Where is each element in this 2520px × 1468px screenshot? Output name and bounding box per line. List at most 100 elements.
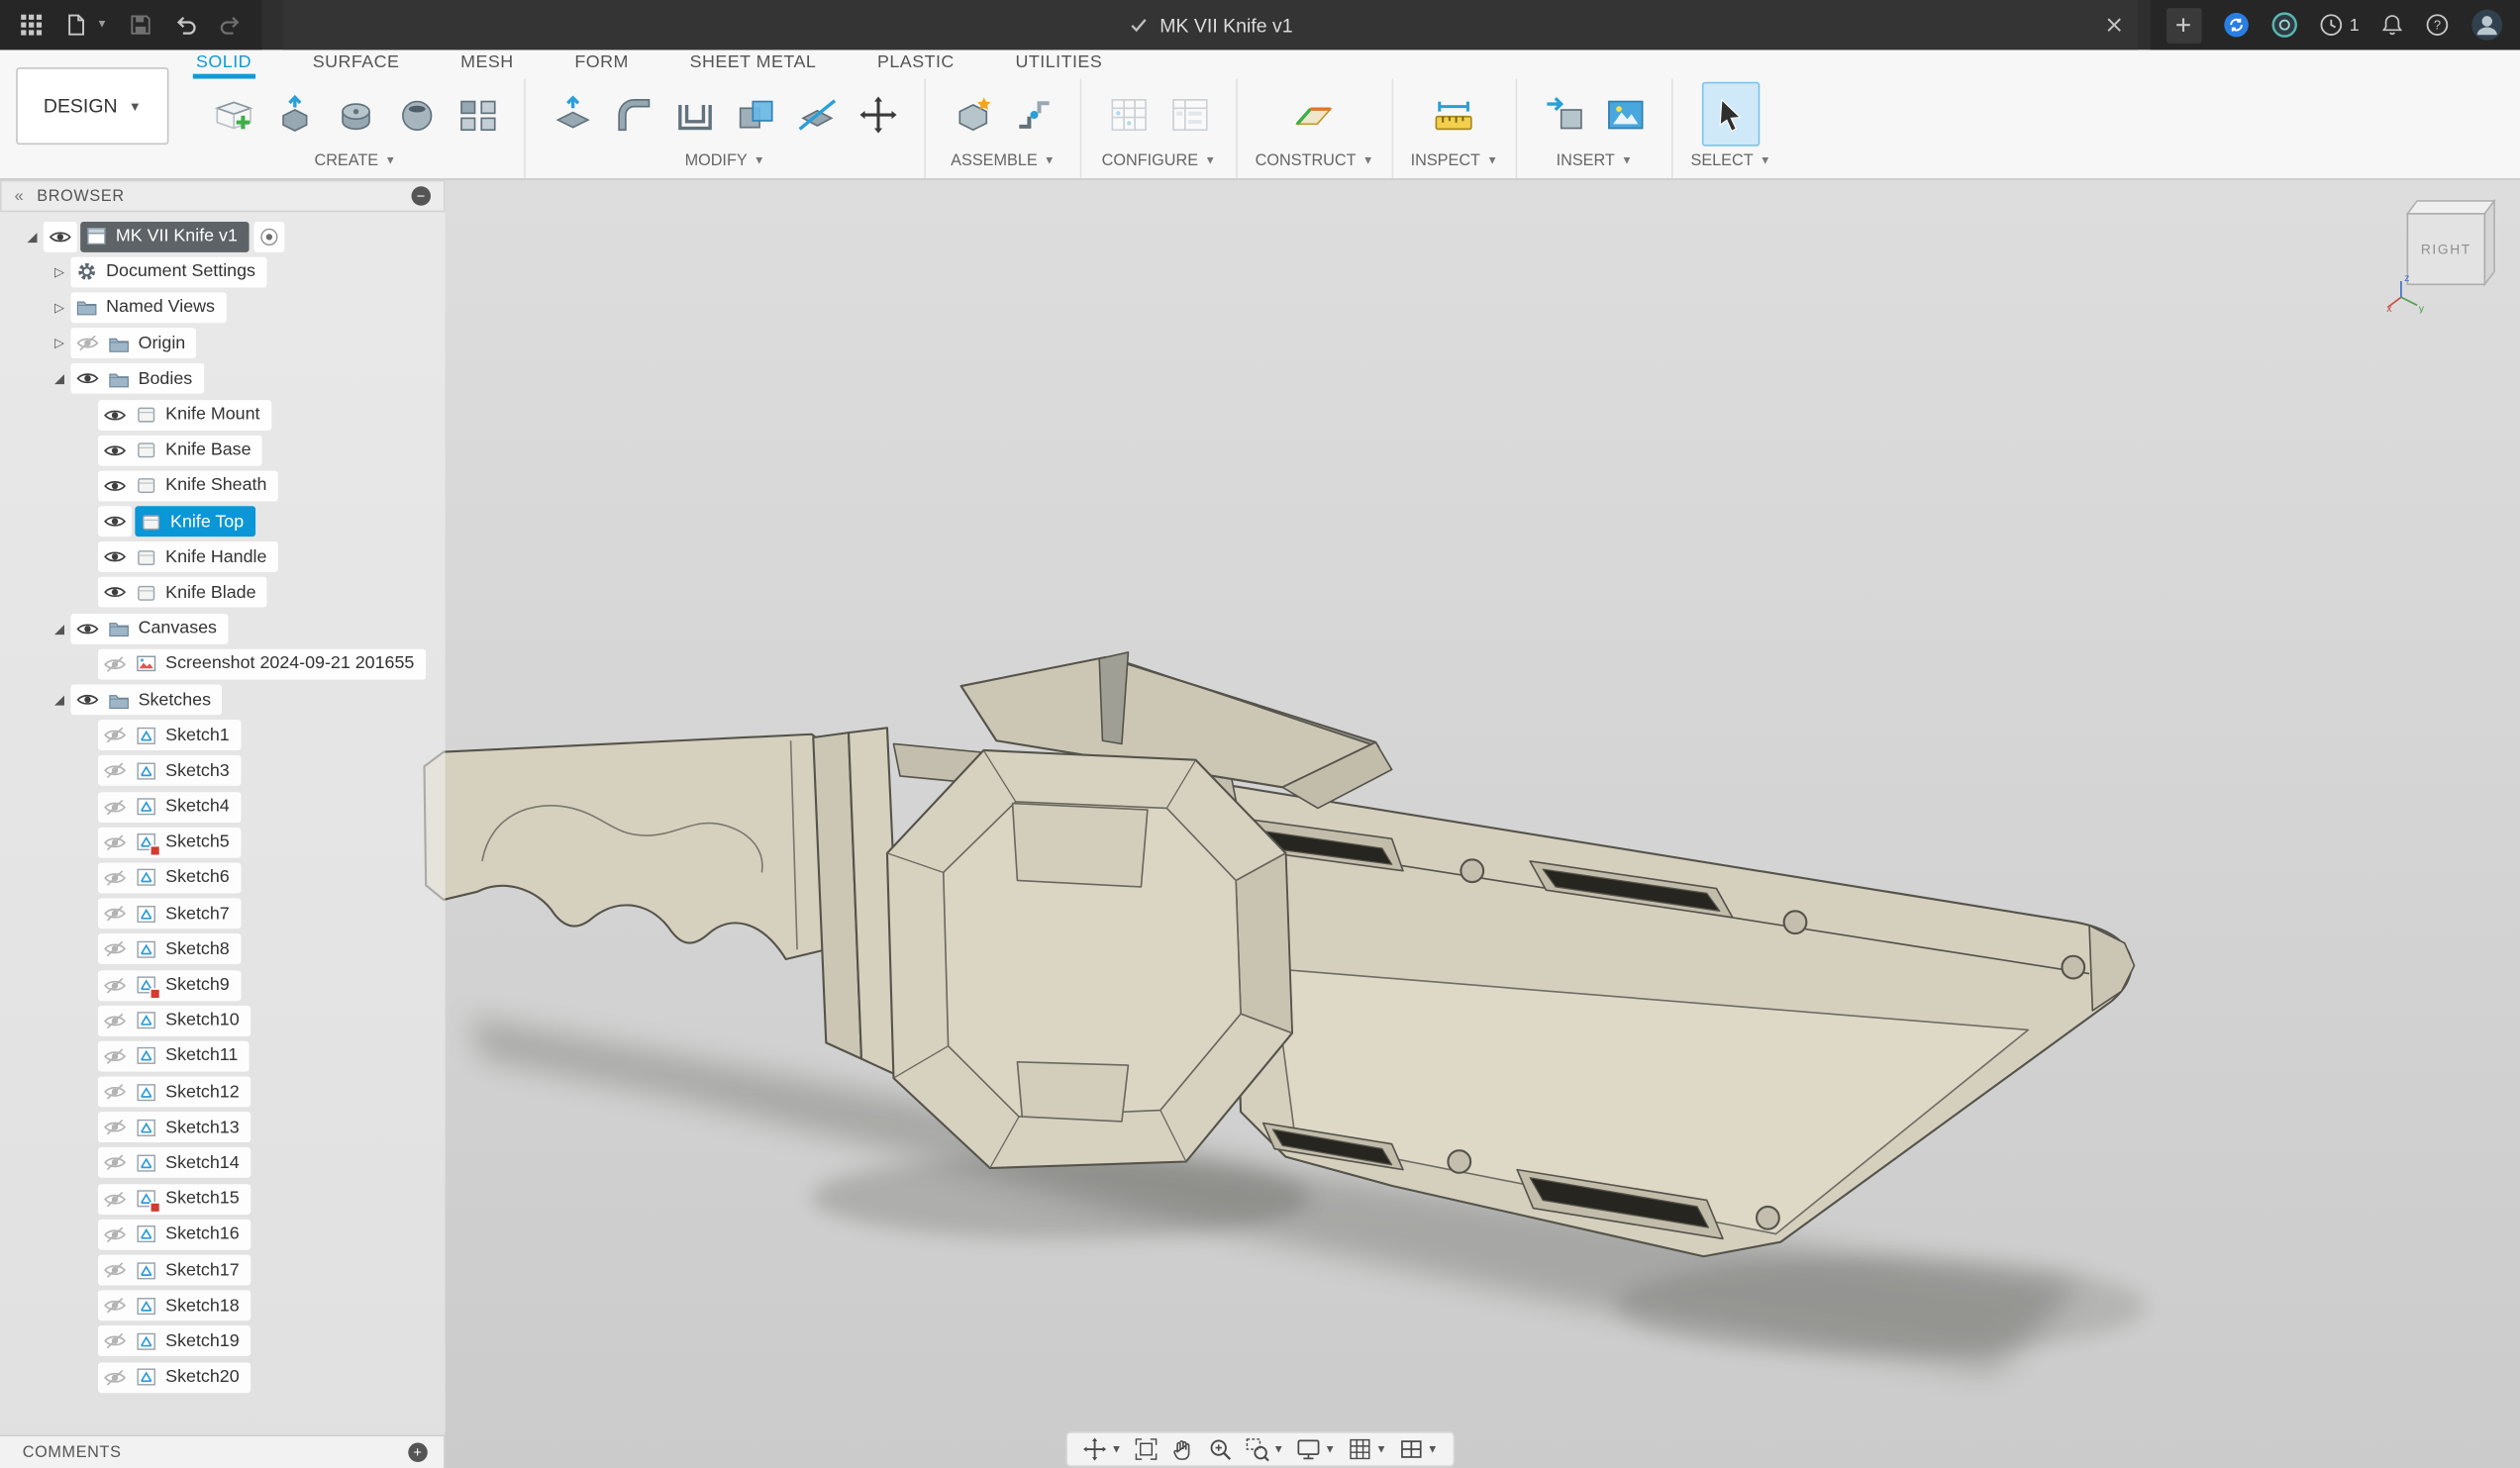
tool-combine-button[interactable] [727, 82, 784, 147]
undo-icon[interactable] [173, 13, 197, 37]
browser-node-sketch10[interactable]: Sketch10 [0, 1003, 446, 1038]
group-dropdown-assemble[interactable]: ASSEMBLE▼ [951, 149, 1055, 178]
browser-node-sketches[interactable]: ◢Sketches [0, 682, 446, 718]
browser-node-sketch8[interactable]: Sketch8 [0, 931, 446, 967]
browser-node-sketch14[interactable]: Sketch14 [0, 1145, 446, 1181]
eye-hidden-icon[interactable] [103, 902, 127, 926]
browser-node-knife-handle[interactable]: Knife Handle [0, 539, 446, 575]
tool-insert-canvas-button[interactable] [1596, 82, 1654, 147]
nav-pan-button[interactable]: ▼ [1082, 1436, 1122, 1462]
eye-hidden-icon[interactable] [103, 759, 127, 783]
help-icon[interactable]: ? [2425, 13, 2449, 37]
browser-node-canvases[interactable]: ◢Canvases [0, 611, 446, 646]
browser-node-sketch20[interactable]: Sketch20 [0, 1359, 446, 1395]
comments-bar[interactable]: COMMENTS + [0, 1434, 446, 1468]
eye-icon[interactable] [103, 474, 127, 498]
eye-hidden-icon[interactable] [103, 1294, 127, 1318]
file-new-icon[interactable] [64, 13, 88, 37]
browser-node-knife-base[interactable]: Knife Base [0, 433, 446, 468]
eye-hidden-icon[interactable] [103, 831, 127, 854]
browser-node-origin[interactable]: ▷Origin [0, 326, 446, 361]
expander-closed-icon[interactable]: ▷ [49, 300, 71, 315]
eye-icon[interactable] [103, 439, 127, 462]
tab-plastic[interactable]: PLASTIC [874, 49, 958, 78]
browser-node-sketch11[interactable]: Sketch11 [0, 1038, 446, 1074]
tab-form[interactable]: FORM [571, 49, 632, 78]
eye-icon[interactable] [103, 581, 127, 605]
browser-node-screenshot-2024-09-21-201655[interactable]: Screenshot 2024-09-21 201655 [0, 646, 446, 682]
view-cube[interactable]: RIGHT x y z [2385, 185, 2511, 314]
account-ring-icon[interactable] [2270, 11, 2298, 39]
eye-hidden-icon[interactable] [75, 332, 99, 355]
close-document-icon[interactable] [2099, 11, 2128, 40]
browser-node-named-views[interactable]: ▷Named Views [0, 290, 446, 326]
tool-split-button[interactable] [787, 82, 845, 147]
nav-grid-settings-button[interactable]: ▼ [1347, 1436, 1386, 1462]
nav-fit-view-button[interactable] [1133, 1436, 1159, 1462]
browser-node-sketch6[interactable]: Sketch6 [0, 860, 446, 896]
add-comment-icon[interactable]: + [408, 1443, 427, 1462]
expander-open-icon[interactable]: ◢ [49, 371, 71, 386]
workspace-switcher[interactable]: DESIGN▼ [16, 67, 168, 145]
tool-move-button[interactable] [849, 82, 906, 147]
expander-open-icon[interactable]: ◢ [49, 622, 71, 636]
tab-solid[interactable]: SOLID [193, 49, 255, 78]
tool-select-cursor-button[interactable] [1702, 82, 1760, 147]
browser-node-mk-vii-knife-v1[interactable]: ◢MK VII Knife v1 [0, 219, 446, 254]
browser-node-sketch7[interactable]: Sketch7 [0, 896, 446, 931]
browser-node-knife-sheath[interactable]: Knife Sheath [0, 468, 446, 504]
nav-zoom-button[interactable] [1207, 1436, 1233, 1462]
tool-measure-button[interactable] [1425, 82, 1482, 147]
eye-hidden-icon[interactable] [103, 1187, 127, 1211]
eye-icon[interactable] [75, 617, 99, 640]
job-status-button[interactable]: 1 [2319, 13, 2360, 37]
eye-icon[interactable] [103, 510, 127, 534]
browser-node-sketch3[interactable]: Sketch3 [0, 753, 446, 789]
eye-hidden-icon[interactable] [103, 795, 127, 819]
tool-primitive-sphere-button[interactable] [387, 82, 445, 147]
expander-open-icon[interactable]: ◢ [49, 693, 71, 708]
nav-zoom-window-button[interactable]: ▼ [1244, 1436, 1283, 1462]
expander-closed-icon[interactable]: ▷ [49, 336, 71, 350]
browser-node-sketch9[interactable]: Sketch9 [0, 967, 446, 1003]
activate-radio-icon[interactable] [258, 226, 279, 246]
tool-insert-derive-button[interactable] [1535, 82, 1592, 147]
eye-icon[interactable] [103, 545, 127, 569]
group-dropdown-modify[interactable]: MODIFY▼ [685, 149, 765, 178]
collapse-all-icon[interactable]: − [412, 186, 431, 205]
collapse-panel-icon[interactable]: « [15, 187, 25, 205]
tab-sheet-metal[interactable]: SHEET METAL [686, 49, 819, 78]
group-dropdown-create[interactable]: CREATE▼ [314, 149, 395, 178]
eye-icon[interactable] [103, 403, 127, 427]
nav-pan-hand-button[interactable] [1170, 1436, 1196, 1462]
chevron-down-icon[interactable]: ▼ [96, 19, 107, 30]
tool-shell-button[interactable] [665, 82, 723, 147]
eye-hidden-icon[interactable] [103, 866, 127, 890]
nav-viewports-button[interactable]: ▼ [1398, 1436, 1438, 1462]
browser-node-sketch19[interactable]: Sketch19 [0, 1323, 446, 1359]
tool-construct-plane-button[interactable] [1285, 82, 1343, 147]
browser-node-sketch16[interactable]: Sketch16 [0, 1217, 446, 1252]
group-dropdown-configure[interactable]: CONFIGURE▼ [1102, 149, 1216, 178]
tool-joint-button[interactable] [1004, 82, 1061, 147]
browser-node-knife-blade[interactable]: Knife Blade [0, 575, 446, 611]
tool-configuration-button[interactable] [1099, 82, 1157, 147]
eye-hidden-icon[interactable] [103, 1329, 127, 1353]
new-tab-button[interactable] [2167, 7, 2202, 43]
apps-menu-icon[interactable] [19, 13, 43, 37]
browser-node-sketch12[interactable]: Sketch12 [0, 1074, 446, 1110]
browser-node-sketch17[interactable]: Sketch17 [0, 1252, 446, 1288]
tool-press-pull-button[interactable] [544, 82, 601, 147]
tool-new-component-button[interactable] [944, 82, 1001, 147]
avatar-icon[interactable] [2470, 8, 2504, 42]
eye-hidden-icon[interactable] [103, 1365, 127, 1389]
group-dropdown-insert[interactable]: INSERT▼ [1557, 149, 1633, 178]
group-dropdown-inspect[interactable]: INSPECT▼ [1411, 149, 1498, 178]
eye-icon[interactable] [49, 225, 72, 248]
eye-icon[interactable] [75, 688, 99, 712]
redo-icon[interactable] [219, 13, 243, 37]
eye-hidden-icon[interactable] [103, 1116, 127, 1139]
browser-node-bodies[interactable]: ◢Bodies [0, 361, 446, 397]
eye-hidden-icon[interactable] [103, 937, 127, 961]
tool-revolve-button[interactable] [326, 82, 383, 147]
